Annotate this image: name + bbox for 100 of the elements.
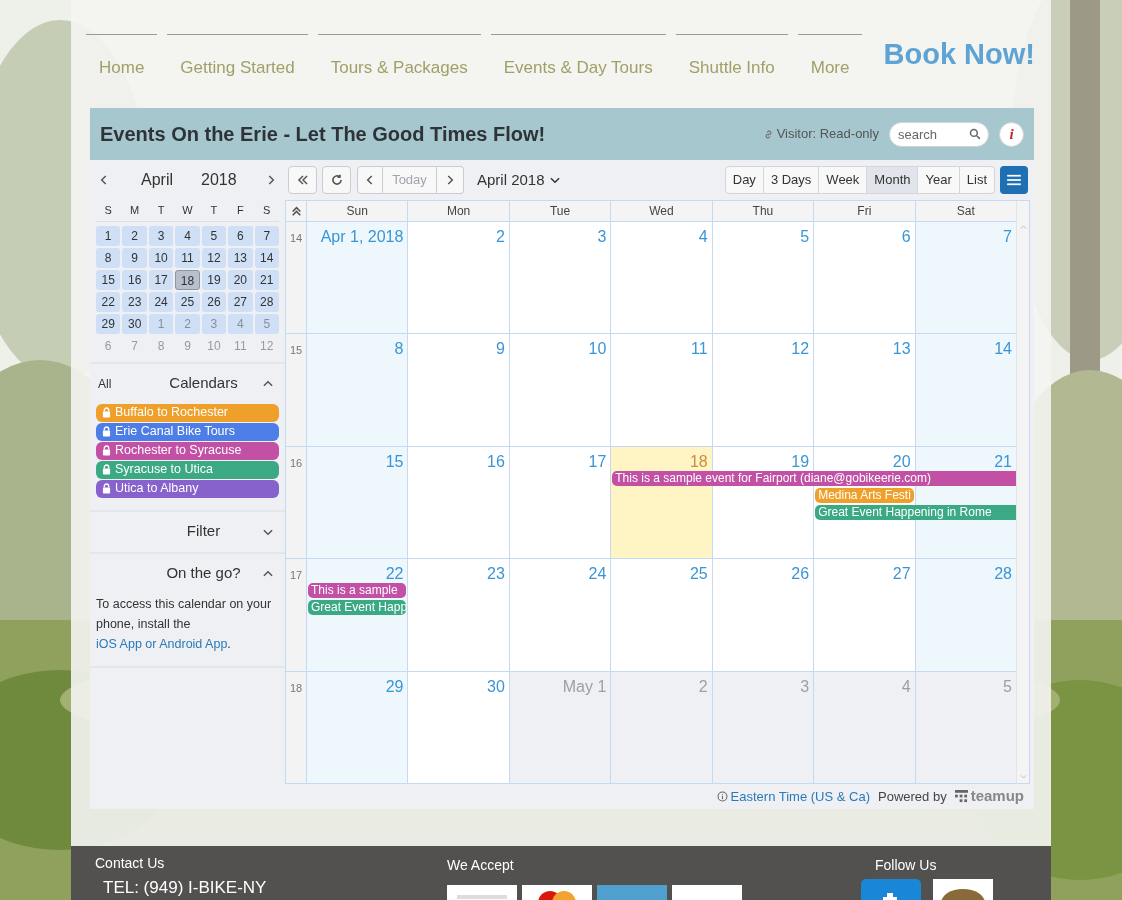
mini-calendar-day[interactable]: 9: [175, 335, 200, 356]
mini-calendar-day[interactable]: 17: [148, 269, 174, 290]
section-title[interactable]: Calendars: [148, 372, 259, 395]
day-number[interactable]: 11: [691, 334, 712, 362]
day-number[interactable]: 14: [994, 334, 1016, 362]
mini-calendar-day[interactable]: 12: [201, 247, 227, 268]
mini-calendar-day[interactable]: 9: [122, 247, 147, 268]
mini-calendar-day[interactable]: 21: [254, 269, 279, 290]
mini-calendar-day[interactable]: 22: [96, 291, 121, 312]
day-number[interactable]: 24: [588, 559, 611, 587]
day-number[interactable]: 25: [689, 559, 712, 587]
mini-calendar-day[interactable]: 1: [148, 313, 174, 334]
view-tab[interactable]: List: [959, 166, 995, 194]
mini-calendar-day[interactable]: 30: [122, 313, 147, 334]
next-button[interactable]: [437, 166, 464, 194]
view-tab[interactable]: 3 Days: [763, 166, 820, 194]
day-number[interactable]: 27: [892, 559, 915, 587]
mini-calendar-day[interactable]: 7: [122, 335, 147, 356]
scrollbar[interactable]: [1016, 201, 1029, 783]
refresh-button[interactable]: [322, 166, 351, 194]
day-number[interactable]: 23: [487, 559, 509, 587]
day-number[interactable]: 6: [901, 222, 915, 249]
calendar-item[interactable]: Utica to Albany: [96, 479, 279, 498]
day-number[interactable]: 5: [800, 222, 814, 249]
calendar-item[interactable]: Syracuse to Utica: [96, 460, 279, 479]
view-tab[interactable]: Year: [918, 166, 960, 194]
day-number[interactable]: 28: [994, 559, 1016, 587]
day-number[interactable]: 12: [791, 334, 814, 362]
mini-calendar-day[interactable]: 3: [201, 313, 227, 334]
mini-calendar-day[interactable]: 20: [228, 269, 253, 290]
view-tab[interactable]: Month: [867, 166, 919, 194]
mini-calendar-day[interactable]: 7: [254, 225, 279, 246]
section-title[interactable]: On the go?: [148, 562, 259, 585]
mini-calendar-day[interactable]: 3: [148, 225, 174, 246]
info-button[interactable]: i: [999, 121, 1024, 147]
day-number[interactable]: 13: [892, 334, 915, 362]
mini-calendar-day[interactable]: 25: [175, 291, 200, 312]
day-number[interactable]: 4: [698, 222, 712, 249]
mini-calendar-day[interactable]: 8: [96, 247, 121, 268]
day-number[interactable]: 4: [901, 671, 915, 699]
calendar-item[interactable]: Rochester to Syracuse: [96, 441, 279, 460]
nav-link[interactable]: More: [797, 33, 863, 80]
event-bar[interactable]: Great Event Happ: [308, 600, 407, 616]
mini-calendar-day[interactable]: 1: [96, 225, 121, 246]
nav-link[interactable]: Events & Day Tours: [490, 33, 666, 80]
mini-calendar-day[interactable]: 6: [96, 335, 121, 356]
day-number[interactable]: 17: [588, 446, 611, 474]
day-number[interactable]: 29: [385, 671, 408, 699]
nav-link[interactable]: Shuttle Info: [675, 33, 788, 80]
nav-link[interactable]: Tours & Packages: [317, 33, 481, 80]
mini-calendar-day[interactable]: 13: [228, 247, 253, 268]
mini-calendar-day[interactable]: 18: [175, 269, 200, 290]
mini-calendar-day[interactable]: 10: [201, 335, 227, 356]
day-number[interactable]: 2: [495, 222, 509, 249]
section-title[interactable]: Filter: [148, 520, 259, 543]
period-dropdown[interactable]: April 2018: [477, 168, 562, 192]
view-tab[interactable]: Day: [724, 166, 764, 194]
mini-calendar-day[interactable]: 16: [122, 269, 147, 290]
mini-calendar-day[interactable]: 8: [148, 335, 174, 356]
mini-calendar-day[interactable]: 12: [254, 335, 279, 356]
menu-button[interactable]: [1000, 166, 1028, 194]
book-now-link[interactable]: Book Now!: [883, 32, 1035, 76]
mini-calendar-day[interactable]: 5: [201, 225, 227, 246]
mini-calendar-day[interactable]: 5: [254, 313, 279, 334]
calendar-item[interactable]: Buffalo to Rochester: [96, 403, 279, 422]
mini-calendar-day[interactable]: 26: [201, 291, 227, 312]
day-number[interactable]: 7: [1003, 222, 1016, 249]
day-number[interactable]: 10: [588, 334, 611, 362]
day-number[interactable]: 16: [487, 446, 509, 474]
nav-link[interactable]: Home: [86, 33, 158, 80]
mini-calendar-day[interactable]: 2: [175, 313, 200, 334]
mini-calendar-day[interactable]: 4: [175, 225, 200, 246]
mini-calendar-day[interactable]: 11: [228, 335, 253, 356]
day-number[interactable]: 3: [800, 671, 814, 699]
mini-calendar-day[interactable]: 29: [96, 313, 121, 334]
timezone-link[interactable]: Eastern Time (US & Ca): [730, 786, 870, 807]
search-field[interactable]: search: [889, 121, 989, 147]
mini-calendar-day[interactable]: 4: [228, 313, 253, 334]
day-number[interactable]: 30: [487, 671, 509, 699]
all-calendars-link[interactable]: All: [98, 374, 148, 393]
day-number[interactable]: 8: [394, 334, 408, 362]
jump-back-button[interactable]: [288, 166, 317, 194]
mini-calendar-day[interactable]: 14: [254, 247, 279, 268]
mini-calendar-day[interactable]: 6: [228, 225, 253, 246]
mini-calendar-day[interactable]: 28: [254, 291, 279, 312]
view-tab[interactable]: Week: [819, 166, 868, 194]
day-number[interactable]: 26: [791, 559, 814, 587]
mini-calendar-day[interactable]: 27: [228, 291, 253, 312]
calendar-item[interactable]: Erie Canal Bike Tours: [96, 422, 279, 441]
day-number[interactable]: 9: [495, 334, 509, 362]
day-number[interactable]: 5: [1003, 671, 1016, 699]
year-label[interactable]: 2018: [201, 168, 237, 192]
previous-button[interactable]: [357, 166, 383, 194]
day-number[interactable]: 15: [385, 446, 408, 474]
mini-calendar-day[interactable]: 23: [122, 291, 147, 312]
mini-calendar-day[interactable]: 11: [175, 247, 200, 268]
mini-calendar-day[interactable]: 10: [148, 247, 174, 268]
month-label[interactable]: April: [141, 168, 173, 192]
mini-calendar-day[interactable]: 15: [96, 269, 121, 290]
nav-link[interactable]: Getting Started: [167, 33, 308, 80]
